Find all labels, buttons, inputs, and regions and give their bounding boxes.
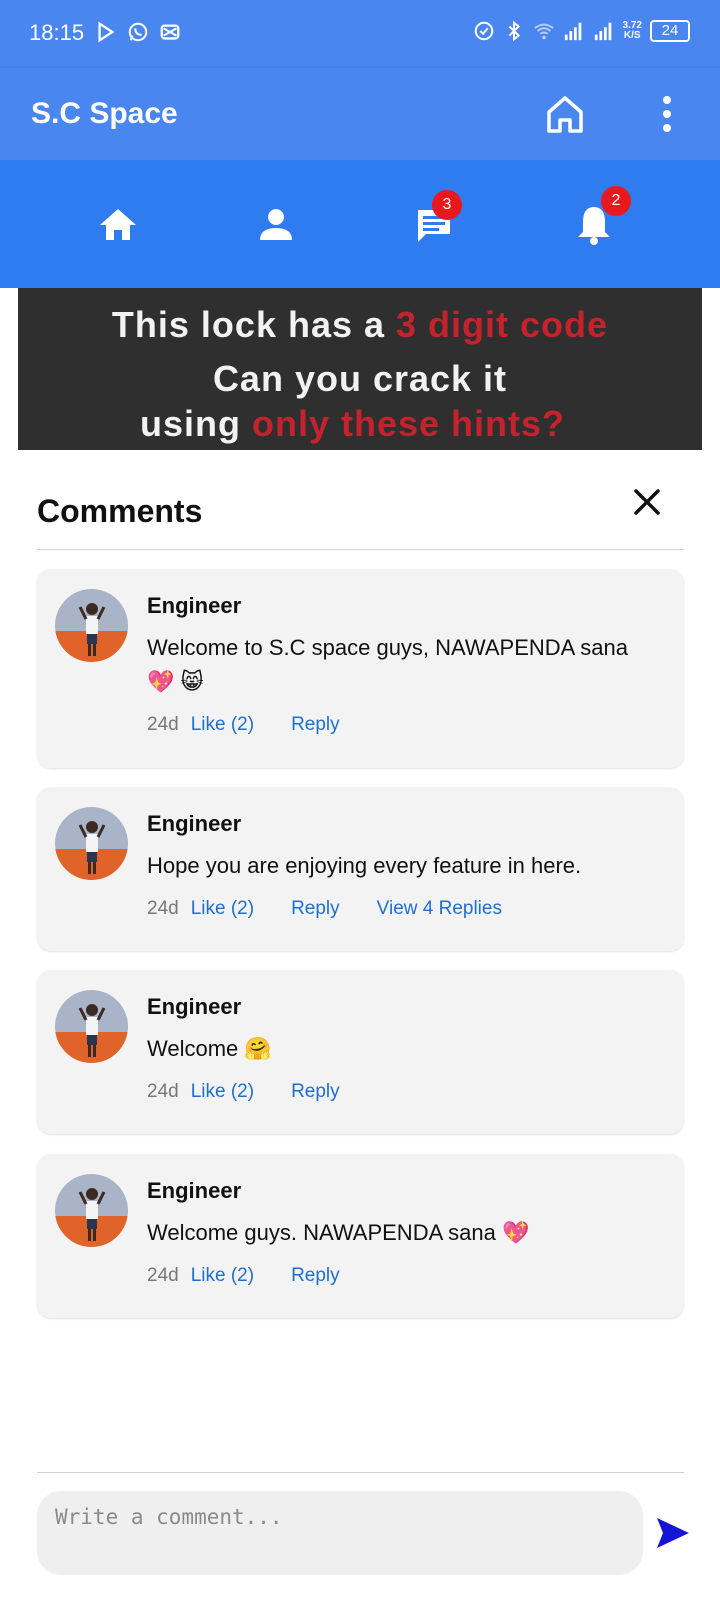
avatar[interactable] <box>55 807 128 880</box>
reply-button[interactable]: Reply <box>291 1265 340 1287</box>
avatar[interactable] <box>55 1174 128 1247</box>
like-button[interactable]: Like (2) <box>191 1081 254 1103</box>
comment-time: 24d <box>147 898 179 919</box>
comment-actions: 24d Like (2) Reply <box>147 1265 377 1287</box>
post-line-1: This lock has a 3 digit code <box>18 304 702 346</box>
comment-card: Engineer Welcome 🤗 24d Like (2) Reply <box>37 970 684 1134</box>
view-replies-button[interactable]: View 4 Replies <box>377 898 502 920</box>
comment-card: Engineer Welcome guys. NAWAPENDA sana 💖 … <box>37 1154 684 1318</box>
comment-card: Engineer Welcome to S.C space guys, NAWA… <box>37 569 684 768</box>
post-text-highlight: only these hints? <box>252 403 566 444</box>
system-icons: 3.72 K/S 24 <box>473 20 690 42</box>
comment-time: 24d <box>147 1265 179 1286</box>
reply-button[interactable]: Reply <box>291 714 340 736</box>
like-button[interactable]: Like (2) <box>191 898 254 920</box>
wifi-icon <box>533 23 554 40</box>
comment-actions: 24d Like (2) Reply <box>147 714 377 736</box>
comment-text: Hope you are enjoying every feature in h… <box>147 853 582 878</box>
notification-icons <box>95 21 181 43</box>
comment-time: 24d <box>147 714 179 735</box>
send-icon[interactable] <box>655 1516 691 1550</box>
comment-text: Welcome to S.C space guys, NAWAPENDA san… <box>147 635 628 694</box>
app-title: S.C Space <box>31 97 178 130</box>
post-text-highlight: 3 digit code <box>396 304 609 345</box>
sheet-title: Comments <box>37 493 203 529</box>
battery-icon: 24 <box>650 20 690 42</box>
reply-button[interactable]: Reply <box>291 1081 340 1103</box>
post-image: This lock has a 3 digit code Can you cra… <box>18 288 702 458</box>
more-vertical-icon[interactable] <box>652 94 682 134</box>
signal-icon-2 <box>594 22 611 41</box>
post-line-2: Can you crack it <box>212 358 508 399</box>
comments-sheet: Comments Engineer Welcome to S.C space g… <box>0 450 720 1611</box>
bluetooth-icon <box>508 20 520 42</box>
post-text: This lock has a <box>111 304 397 345</box>
signal-icon <box>564 22 581 41</box>
notifications-tab[interactable]: 2 <box>570 186 631 248</box>
comment-author[interactable]: Engineer <box>147 593 241 619</box>
comment-author[interactable]: Engineer <box>147 811 241 837</box>
like-button[interactable]: Like (2) <box>191 1265 254 1287</box>
data-saver-icon <box>474 21 493 41</box>
comment-author[interactable]: Engineer <box>147 994 241 1020</box>
whatsapp-icon <box>128 22 148 42</box>
status-bar: 18:15 3.72 K/S 24 <box>0 0 720 68</box>
comment-time: 24d <box>147 1081 179 1102</box>
messages-tab[interactable]: 3 <box>410 190 462 248</box>
post-line-3: using only these hints? <box>18 403 702 445</box>
network-speed: 3.72 K/S <box>623 21 642 41</box>
comment-author[interactable]: Engineer <box>147 1178 241 1204</box>
home-icon[interactable] <box>94 200 142 248</box>
app-bar: S.C Space <box>0 68 720 160</box>
battery-level: 24 <box>661 22 679 39</box>
messages-badge: 3 <box>432 190 462 220</box>
mail-icon <box>160 24 180 40</box>
avatar[interactable] <box>55 990 128 1063</box>
input-divider <box>37 1472 684 1473</box>
speed-unit: K/S <box>623 30 641 41</box>
play-store-icon <box>98 21 115 43</box>
post-text: using <box>140 403 252 444</box>
comment-text: Welcome guys. NAWAPENDA sana 💖 <box>147 1220 530 1245</box>
like-button[interactable]: Like (2) <box>191 714 254 736</box>
avatar[interactable] <box>55 589 128 662</box>
comment-actions: 24d Like (2) Reply View 4 Replies <box>147 898 539 920</box>
status-time: 18:15 <box>29 20 85 45</box>
person-icon[interactable] <box>252 200 300 248</box>
comment-input[interactable] <box>37 1491 643 1575</box>
close-icon[interactable] <box>630 485 664 519</box>
notifications-badge: 2 <box>601 186 631 216</box>
divider <box>37 549 684 550</box>
home-outline-icon[interactable] <box>544 93 586 135</box>
comment-text: Welcome 🤗 <box>147 1036 272 1061</box>
comment-actions: 24d Like (2) Reply <box>147 1081 377 1103</box>
comment-card: Engineer Hope you are enjoying every fea… <box>37 787 684 951</box>
reply-button[interactable]: Reply <box>291 898 340 920</box>
nav-bar: 3 2 <box>0 160 720 288</box>
